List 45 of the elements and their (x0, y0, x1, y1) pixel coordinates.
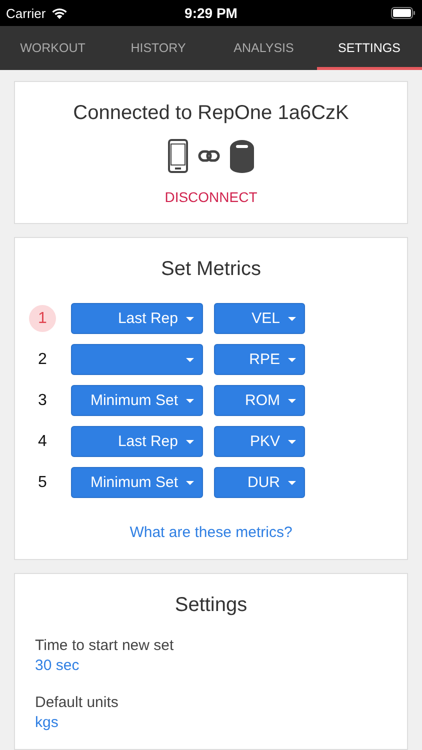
row-number: 4 (37, 432, 48, 452)
tab[interactable]: WORKOUT (0, 26, 106, 70)
row-number: 5 (37, 472, 48, 492)
tab[interactable]: ANALYSIS (211, 26, 316, 70)
metric-dropdown[interactable]: DUR (214, 467, 305, 498)
caret-icon (186, 480, 194, 484)
caret-icon (288, 358, 296, 362)
caret-icon (288, 398, 296, 402)
wifi-icon (50, 7, 68, 19)
caret-icon (186, 440, 194, 444)
metric-dropdown[interactable]: VEL (214, 303, 305, 334)
metric-dropdown[interactable]: ROM (214, 385, 305, 416)
set-metrics-title: Set Metrics (160, 258, 262, 281)
disconnect-button[interactable]: DISCONNECT (164, 189, 258, 205)
tab[interactable]: SETTINGS (316, 26, 422, 70)
aggregate-dropdown[interactable]: Minimum Set (71, 467, 203, 498)
row-number: 3 (37, 390, 48, 410)
caret-icon (186, 316, 194, 320)
setting-label: Time to start new set (35, 637, 175, 654)
link-icon (198, 150, 220, 162)
connection-title: Connected to RepOne 1a6CzK (73, 102, 349, 125)
settings-title: Settings (174, 594, 248, 617)
aggregate-dropdown[interactable]: Last Rep (71, 426, 203, 457)
caret-icon (288, 480, 296, 484)
caret-icon (186, 398, 194, 402)
sensor-icon (230, 139, 254, 173)
aggregate-dropdown[interactable]: Minimum Set (71, 385, 203, 416)
battery-icon (391, 7, 416, 19)
aggregate-dropdown[interactable] (71, 344, 203, 375)
tab[interactable]: HISTORY (106, 26, 211, 70)
carrier-label: Carrier (6, 6, 46, 20)
phone-icon (168, 139, 188, 173)
setting-value[interactable]: kgs (35, 714, 387, 731)
clock: 9:29 PM (184, 5, 238, 21)
setting-value[interactable]: 30 sec (35, 657, 387, 674)
metric-dropdown[interactable]: RPE (214, 344, 305, 375)
caret-icon (186, 358, 194, 362)
help-link[interactable]: What are these metrics? (130, 524, 292, 541)
metric-dropdown[interactable]: PKV (214, 426, 305, 457)
row-number: 2 (37, 350, 48, 370)
aggregate-dropdown[interactable]: Last Rep (71, 303, 203, 334)
caret-icon (288, 440, 296, 444)
row-number: 1 (29, 305, 56, 332)
caret-icon (288, 316, 296, 320)
setting-label: Default units (35, 694, 120, 711)
